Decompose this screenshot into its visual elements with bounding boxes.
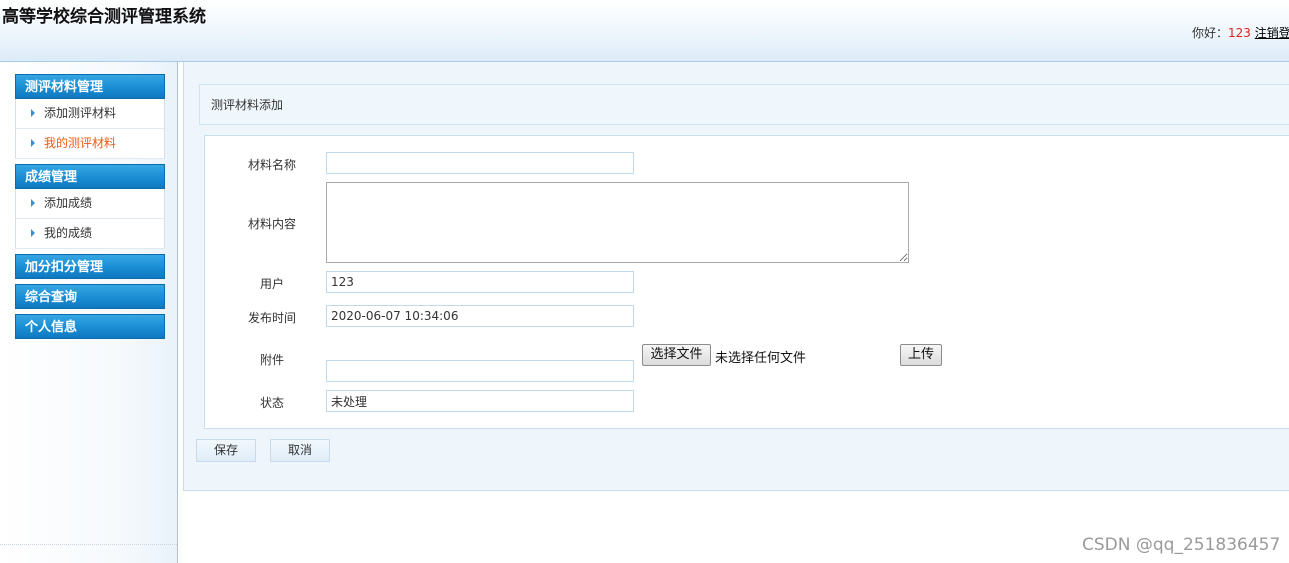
caret-right-icon [31, 109, 35, 117]
menu-group-grades: 成绩管理 添加成绩 我的成绩 [15, 164, 165, 249]
material-name-input[interactable] [326, 152, 634, 174]
user-input[interactable] [326, 271, 634, 293]
publish-time-input[interactable] [326, 305, 634, 327]
menu-group-material: 测评材料管理 添加测评材料 我的测评材料 [15, 74, 165, 159]
publish-time-label: 发布时间 [248, 311, 297, 325]
cancel-button[interactable]: 取消 [270, 439, 330, 462]
save-button[interactable]: 保存 [196, 439, 256, 462]
sidebar-item-add-grade[interactable]: 添加成绩 [15, 189, 165, 219]
material-name-label: 材料名称 [248, 158, 297, 172]
menu-header-bonus[interactable]: 加分扣分管理 [15, 254, 165, 279]
sidebar-item-my-material[interactable]: 我的测评材料 [15, 129, 165, 159]
menu-group-profile: 个人信息 [15, 314, 165, 339]
sidebar-item-add-material[interactable]: 添加测评材料 [15, 99, 165, 129]
sidebar-item-label: 我的成绩 [44, 226, 93, 240]
section-title: 测评材料添加 [199, 84, 1289, 125]
no-file-text: 未选择任何文件 [715, 351, 807, 366]
material-content-label: 材料内容 [248, 217, 297, 231]
sidebar-item-label: 添加成绩 [44, 196, 93, 210]
app-title: 高等学校综合测评管理系统 [2, 7, 206, 27]
watermark: CSDN @qq_251836457 [1082, 535, 1281, 555]
logout-link[interactable]: 注销登 [1255, 26, 1289, 40]
menu-header-profile[interactable]: 个人信息 [15, 314, 165, 339]
attachment-label: 附件 [260, 353, 285, 367]
header: 高等学校综合测评管理系统 你好：123 注销登 [0, 0, 1289, 62]
upload-button[interactable]: 上传 [900, 344, 942, 366]
user-bar: 你好：123 注销登 [1192, 24, 1289, 41]
caret-right-icon [31, 199, 35, 207]
user-label: 用户 [260, 277, 285, 291]
user-name: 123 [1228, 26, 1251, 40]
greeting-text: 你好： [1192, 26, 1229, 40]
menu-header-material[interactable]: 测评材料管理 [15, 74, 165, 99]
choose-file-button[interactable]: 选择文件 [642, 344, 711, 366]
sidebar-item-label: 我的测评材料 [44, 136, 117, 150]
caret-right-icon [31, 139, 35, 147]
caret-right-icon [31, 229, 35, 237]
status-input[interactable] [326, 390, 634, 412]
material-content-textarea[interactable] [326, 182, 909, 263]
status-label: 状态 [260, 396, 285, 410]
sidebar-item-my-grades[interactable]: 我的成绩 [15, 219, 165, 249]
sidebar-item-label: 添加测评材料 [44, 106, 117, 120]
menu-header-grades[interactable]: 成绩管理 [15, 164, 165, 189]
app-root: 高等学校综合测评管理系统 你好：123 注销登 测评材料管理 添加测评材料 我的… [0, 0, 1289, 563]
attachment-input[interactable] [326, 360, 634, 382]
sidebar-divider [0, 544, 177, 545]
menu-group-query: 综合查询 [15, 284, 165, 309]
menu-group-bonus: 加分扣分管理 [15, 254, 165, 279]
menu-header-query[interactable]: 综合查询 [15, 284, 165, 309]
